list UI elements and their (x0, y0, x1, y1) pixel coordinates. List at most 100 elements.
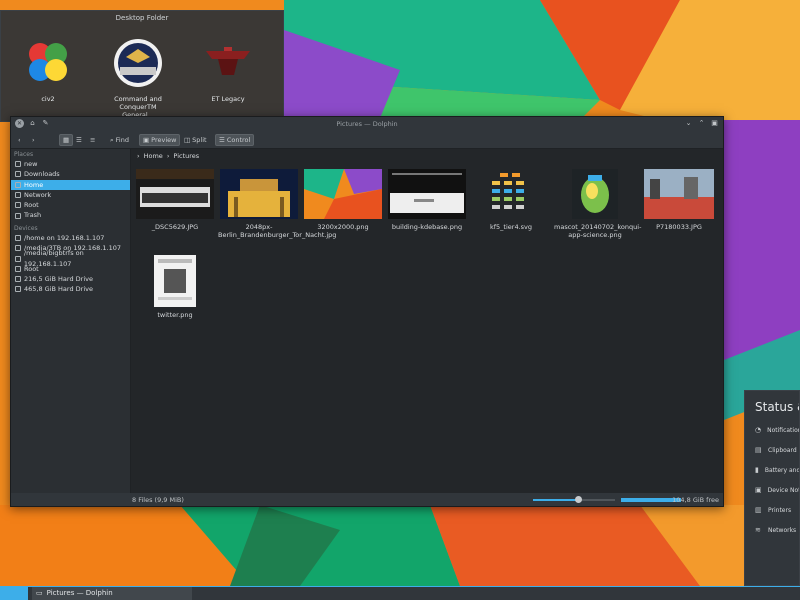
back-arrow-icon: ‹ (18, 136, 21, 144)
breadcrumb: › Home › Pictures (133, 149, 199, 163)
place-icon (15, 161, 21, 168)
file-item[interactable]: kf5_tier4.svg (470, 169, 552, 231)
sidebar-item-downloads[interactable]: Downloads (11, 169, 130, 179)
sidebar-item-root[interactable]: Root (11, 200, 130, 210)
split-icon: ◫ (184, 136, 191, 144)
control-icon: ☰ (219, 136, 225, 144)
minimize-icon[interactable]: ⌄ (684, 119, 693, 128)
drive-icon (15, 245, 21, 252)
compact-view-icon: ☰ (76, 136, 82, 144)
status-row[interactable]: ≋ Networks (745, 520, 799, 540)
place-icon (15, 212, 21, 219)
status-row-label: Device Notifier (767, 486, 799, 494)
restore-icon[interactable]: ▣ (710, 119, 719, 128)
file-item[interactable]: P7180033.JPG (638, 169, 720, 231)
sidebar-item-network[interactable]: Network (11, 190, 130, 200)
status-row[interactable]: ▥ Printers (745, 500, 799, 520)
printer-icon: ▥ (755, 505, 762, 514)
toolbar: ‹ › ▦ ☰ ≡ ⌕ Find ▣ Preview ◫ Split ☰ Control (11, 131, 723, 149)
desktop-icon-command-and-conquer[interactable]: Command and ConquerTM General... (103, 37, 173, 119)
status-row[interactable]: ▣ Device Notifier (745, 480, 799, 500)
status-row-label: Printers (768, 506, 792, 514)
file-name: P7180033.JPG (656, 223, 702, 231)
sidebar-item-new[interactable]: new (11, 159, 130, 169)
sidebar-item-trash[interactable]: Trash (11, 210, 130, 220)
device-item-label: 465,8 GiB Hard Drive (24, 285, 93, 294)
preview-button[interactable]: ▣ Preview (139, 134, 181, 146)
window-title: Pictures — Dolphin (336, 120, 398, 128)
status-row[interactable]: ▮ Battery and Brightness (745, 460, 799, 480)
dolphin-window: ✕ ⌂ ✎ Pictures — Dolphin ⌄ ⌃ ▣ ‹ › ▦ ☰ ≡… (10, 116, 724, 507)
et-legacy-icon (206, 47, 250, 75)
icons-view-button[interactable]: ▦ (59, 134, 74, 146)
zoom-slider-handle[interactable] (575, 496, 583, 503)
file-item[interactable]: 2048px-Berlin_Brandenburger_Tor_Nacht.jp… (218, 169, 336, 239)
drive-icon (15, 255, 21, 262)
free-space-label: 104,8 GiB free (672, 496, 719, 504)
desktop-icon-label: ET Legacy (211, 95, 245, 103)
find-button[interactable]: ⌕ Find (107, 134, 132, 146)
sidebar-item-label: new (24, 160, 38, 168)
file-item[interactable]: 3200x2000.png (302, 169, 384, 231)
file-item[interactable]: building-kdebase.png (386, 169, 468, 231)
status-notifications-panel: Status & Notifications ◔ Notifications ▤ Cl… (744, 390, 800, 586)
find-label: Find (115, 136, 129, 144)
forward-button[interactable]: › (29, 134, 38, 146)
file-name: twitter.png (157, 311, 193, 319)
split-button[interactable]: ◫ Split (181, 134, 210, 146)
preview-label: Preview (151, 136, 177, 144)
file-thumbnail (388, 169, 466, 219)
file-item[interactable]: mascot_20140702_konqui-app-science.png (554, 169, 641, 239)
file-item[interactable]: _DSC5629.JPG (134, 169, 216, 231)
device-item-label: Root (24, 264, 39, 273)
breadcrumb-current[interactable]: Pictures (173, 149, 199, 163)
status-row-label: Notifications (767, 426, 799, 434)
status-row[interactable]: ▤ Clipboard (745, 440, 799, 460)
status-row[interactable]: ◔ Notifications (745, 420, 799, 440)
device-item-label: /media/bigbtrfs on 192.168.1.107 (23, 249, 84, 268)
details-view-button[interactable]: ≡ (87, 134, 98, 146)
bell-icon: ◔ (755, 425, 762, 434)
file-thumbnail (486, 169, 536, 219)
device-item-label: 216,5 GiB Hard Drive (24, 274, 93, 283)
device-item[interactable]: /media/bigbtrfs on 192.168.1.107 (11, 249, 130, 268)
place-icon (15, 192, 21, 199)
zoom-slider[interactable] (533, 496, 615, 503)
back-button[interactable]: ‹ (15, 134, 24, 146)
device-item[interactable]: 216,5 GiB Hard Drive (11, 274, 130, 284)
device-item[interactable]: 465,8 GiB Hard Drive (11, 284, 130, 294)
sidebar-item-label: Root (24, 201, 39, 210)
drive-icon (15, 234, 21, 241)
status-row-label: Battery and Brightness (764, 466, 799, 474)
desktop-folder-widget: Desktop Folder civ2 Command and ConquerT… (0, 10, 284, 122)
sidebar-item-label: Home (24, 180, 44, 189)
control-button[interactable]: ☰ Control (215, 134, 255, 146)
compact-view-button[interactable]: ☰ (73, 134, 85, 146)
status-panel-title: Status & Notifications (755, 400, 799, 414)
breadcrumb-sep-icon: › (137, 152, 140, 160)
device-item[interactable]: /home on 192.168.1.107 (11, 233, 130, 243)
battery-icon: ▮ (755, 465, 759, 474)
search-icon: ⌕ (110, 136, 114, 144)
desktop-icon-civ2[interactable]: civ2 (13, 37, 83, 103)
drive-icon (15, 276, 21, 283)
file-item[interactable]: twitter.png (134, 255, 216, 319)
status-row-label: Networks (768, 526, 797, 534)
file-thumbnail (154, 255, 196, 307)
maximize-icon[interactable]: ⌃ (697, 119, 706, 128)
file-view: _DSC5629.JPG 2048px-Berlin_Brandenburger… (133, 163, 723, 495)
device-icon: ▣ (755, 485, 762, 494)
drive-icon (15, 265, 21, 272)
sidebar-item-label: Downloads (24, 170, 60, 179)
file-name: _DSC5629.JPG (151, 223, 199, 231)
task-item-dolphin[interactable]: ▭ Pictures — Dolphin (32, 587, 192, 600)
breadcrumb-home[interactable]: Home (144, 149, 163, 163)
sidebar-item-home[interactable]: Home (11, 179, 130, 190)
application-launcher-button[interactable] (0, 587, 28, 600)
title-bar[interactable]: ✕ ⌂ ✎ Pictures — Dolphin ⌄ ⌃ ▣ (11, 117, 723, 131)
desktop-icon-et-legacy[interactable]: ET Legacy (193, 37, 263, 103)
network-icon: ≋ (755, 525, 761, 534)
desktop-folder-title: Desktop Folder (115, 14, 169, 22)
file-thumbnail (572, 169, 618, 219)
file-thumbnail (136, 169, 214, 219)
